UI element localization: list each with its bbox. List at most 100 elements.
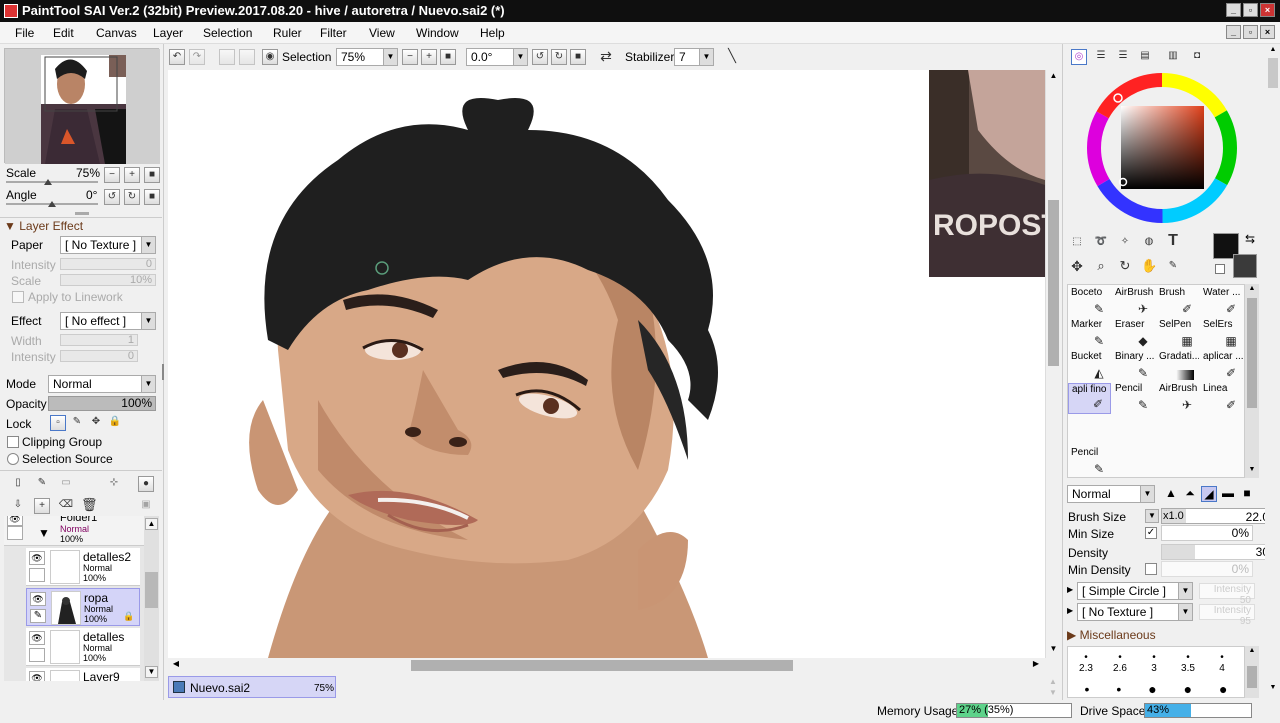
folder-collapse-icon[interactable]: ▼ (38, 526, 50, 540)
rotate-reset-icon[interactable]: ■ (570, 49, 586, 65)
tool-pencil-2[interactable]: Pencil ✎ (1068, 447, 1111, 478)
text-tool-icon[interactable]: T (1165, 233, 1181, 250)
palette-scrollbar[interactable]: ▲ (1245, 646, 1259, 698)
doc-restore-button[interactable]: ▫ (1243, 25, 1258, 39)
intensity-slider[interactable]: 0 (60, 258, 156, 270)
clipping-group-checkbox[interactable] (7, 436, 19, 448)
size-multiplier[interactable]: x1.0 (1162, 509, 1186, 523)
secondary-color-swatch[interactable] (1233, 254, 1257, 278)
density-slider[interactable]: 30 (1161, 544, 1273, 560)
tool-selers[interactable]: SelErs ▦ (1200, 319, 1243, 350)
lock-all-icon[interactable]: 🔒 (107, 415, 123, 431)
panel-resize-handle[interactable] (162, 364, 164, 380)
scale-reset-icon[interactable]: ■ (144, 167, 160, 183)
tool-linea[interactable]: Linea ✐ (1200, 383, 1243, 414)
brush-edge-selector[interactable]: ▲ ⏶ ◢ ▬ ■ (1163, 486, 1255, 502)
effect-select[interactable]: [ No effect ] ▼ (60, 312, 156, 330)
tab-scroll-arrows[interactable]: ▲ ▼ (1047, 676, 1059, 698)
eye-icon[interactable]: ◉ (262, 49, 278, 65)
rotate-left-icon[interactable]: ↺ (104, 189, 120, 205)
eye-icon[interactable]: 👁 (29, 631, 45, 645)
layer-row[interactable]: 👁 detalles Normal 100% (26, 628, 140, 666)
lock-move-icon[interactable]: ✥ (88, 415, 104, 431)
menu-ruler[interactable]: Ruler (273, 26, 302, 40)
rotate-right-icon[interactable]: ↻ (551, 49, 567, 65)
tool-eraser[interactable]: Eraser ◆ (1112, 319, 1155, 350)
rotate-tool-icon[interactable]: ↻ (1117, 259, 1133, 275)
shape-icon[interactable]: ◍ (1141, 235, 1157, 251)
zoom-select[interactable]: 75% ▼ (336, 48, 398, 66)
clear-layer-icon[interactable]: ⌫ (58, 498, 74, 514)
lock-transparency-icon[interactable]: ▫ (50, 415, 66, 431)
menu-layer[interactable]: Layer (153, 26, 183, 40)
edge-medium-icon[interactable]: ⏶ (1182, 486, 1198, 502)
shape-intensity-slider[interactable]: Intensity 50 (1199, 583, 1255, 606)
layer-edit-icon[interactable] (7, 526, 23, 540)
tool-bucket[interactable]: Bucket ◭ (1068, 351, 1111, 382)
canvas-vertical-scrollbar[interactable]: ▲ ▼ (1045, 70, 1060, 658)
edge-solid-icon[interactable]: ■ (1239, 486, 1255, 502)
doc-minimize-button[interactable]: _ (1226, 25, 1241, 39)
brush-size-field[interactable]: x1.0 22.0 (1161, 508, 1273, 524)
effect-intensity-slider[interactable]: 0 (60, 350, 138, 362)
scale-slider[interactable] (6, 181, 98, 183)
brush-blend-mode-select[interactable]: Normal ▼ (1067, 485, 1155, 503)
transparent-color-icon[interactable] (1215, 264, 1225, 274)
navigator-preview[interactable] (4, 48, 160, 164)
rotate-right-icon[interactable]: ↻ (124, 189, 140, 205)
texture-scale-slider[interactable]: 10% (60, 274, 156, 286)
color-list-tab-icon[interactable]: ▤ (1137, 49, 1153, 65)
menu-help[interactable]: Help (480, 26, 505, 40)
layer-row[interactable]: 👁 detalles2 Normal 100% (26, 548, 140, 586)
width-slider[interactable]: 1 (60, 334, 138, 346)
size-preset[interactable]: • 3.5 (1173, 652, 1203, 678)
scroll-thumb[interactable] (1247, 298, 1257, 408)
hsv-sliders-tab-icon[interactable]: ☰ (1115, 49, 1131, 65)
min-size-slider[interactable]: 0% (1161, 525, 1253, 541)
size-preset[interactable]: • 4 (1207, 652, 1237, 678)
new-folder-icon[interactable]: ▭ (58, 476, 74, 492)
scroll-down-icon[interactable]: ▼ (1047, 644, 1060, 656)
zoom-in-icon[interactable]: + (421, 49, 437, 65)
tool-aplicar[interactable]: aplicar ... ✐ (1200, 351, 1243, 382)
maximize-button[interactable]: ▫ (1243, 3, 1258, 17)
menu-file[interactable]: File (15, 26, 34, 40)
scroll-thumb[interactable] (145, 572, 158, 608)
zoom-out-icon[interactable]: − (402, 49, 418, 65)
size-preset-row[interactable]: • • ● ● ● (1071, 682, 1241, 696)
swap-colors-icon[interactable]: ⇆ (1245, 232, 1255, 246)
expand-arrow-icon[interactable]: ▶ (1067, 606, 1073, 615)
invert-selection-icon[interactable] (239, 49, 255, 65)
drawing-canvas[interactable]: ROPOSTA (168, 70, 1045, 658)
undo-icon[interactable]: ↶ (169, 49, 185, 65)
size-preset[interactable]: • 3 (1139, 652, 1169, 678)
menu-edit[interactable]: Edit (53, 26, 74, 40)
merge-down-icon[interactable]: + (34, 498, 50, 514)
move-icon[interactable]: ✥ (1069, 259, 1085, 275)
stabilizer-select[interactable]: 7 ▼ (674, 48, 714, 66)
tool-water[interactable]: Water ... ✐ (1200, 287, 1243, 318)
magic-wand-icon[interactable]: ✧ (1117, 235, 1133, 251)
new-linework-layer-icon[interactable]: ✎ (34, 476, 50, 492)
trash-icon[interactable]: 🗑 (81, 498, 98, 514)
hand-icon[interactable]: ✋ (1141, 259, 1157, 275)
brush-texture-select[interactable]: [ No Texture ] ▼ (1077, 603, 1193, 621)
scroll-up-icon[interactable]: ▲ (145, 518, 158, 530)
scale-slider-handle[interactable] (44, 179, 52, 185)
lock-paint-icon[interactable]: ✎ (69, 415, 85, 431)
size-preset[interactable]: • 2.6 (1105, 652, 1135, 678)
transform-icon[interactable]: ⊹ (106, 476, 122, 492)
close-button[interactable]: × (1260, 3, 1275, 17)
scroll-up-icon[interactable]: ▲ (1267, 46, 1279, 56)
flip-horizontal-icon[interactable]: ⇄ (598, 49, 614, 65)
brush-size-dropdown[interactable]: ▼ (1145, 509, 1159, 523)
tool-selpen[interactable]: SelPen ▦ (1156, 319, 1199, 350)
tool-marker[interactable]: Marker ✎ (1068, 319, 1111, 350)
layer-edit-icon[interactable] (29, 648, 45, 662)
scroll-down-icon[interactable]: ▼ (1246, 466, 1258, 476)
min-density-slider[interactable]: 0% (1161, 561, 1253, 577)
brush-shape-select[interactable]: [ Simple Circle ] ▼ (1077, 582, 1193, 600)
tool-apli-fino-selected[interactable]: apli fino ✐ (1068, 383, 1111, 414)
expand-arrow-icon[interactable]: ▶ (1067, 585, 1073, 594)
size-preset[interactable]: • 2.3 (1071, 652, 1101, 678)
